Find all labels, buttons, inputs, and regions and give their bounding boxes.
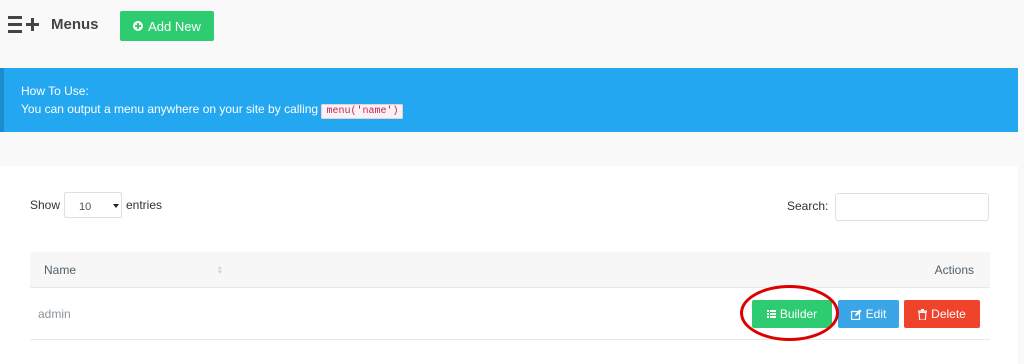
page-header: Menus Add New xyxy=(0,0,1024,52)
list-icon xyxy=(766,310,776,318)
how-to-use-alert: How To Use: You can output a menu anywhe… xyxy=(0,68,1018,132)
menu-plus-icon xyxy=(8,16,39,33)
edit-label: Edit xyxy=(865,307,887,321)
add-new-button[interactable]: Add New xyxy=(120,11,214,41)
sort-icon[interactable]: ⇕ xyxy=(216,265,224,276)
trash-icon xyxy=(918,308,928,320)
add-new-label: Add New xyxy=(148,18,201,34)
column-header-actions: Actions xyxy=(934,263,974,277)
page-length-select[interactable]: 10 xyxy=(64,192,122,218)
edit-icon xyxy=(850,309,862,320)
alert-heading: How To Use: xyxy=(21,84,89,98)
search-label: Search: xyxy=(787,199,829,213)
plus-circle-icon xyxy=(133,21,144,31)
entries-label: entries xyxy=(126,198,163,212)
builder-button[interactable]: Builder xyxy=(752,300,832,328)
edit-button[interactable]: Edit xyxy=(838,300,899,328)
builder-label: Builder xyxy=(779,307,818,321)
delete-button[interactable]: Delete xyxy=(904,300,980,328)
alert-code: menu('name') xyxy=(321,104,404,119)
show-label: Show xyxy=(30,198,61,212)
caret-down-icon xyxy=(113,204,119,208)
delete-label: Delete xyxy=(931,307,966,321)
alert-body: You can output a menu anywhere on your s… xyxy=(21,100,1018,121)
page-title: Menus xyxy=(51,16,99,33)
table-header: Name ⇕ Actions xyxy=(30,252,990,288)
menu-name-cell: admin xyxy=(38,307,71,321)
page-length-value: 10 xyxy=(79,201,92,213)
column-header-name[interactable]: Name xyxy=(44,263,76,277)
search-input[interactable] xyxy=(835,193,989,221)
table-row: admin Builder Edit Delete xyxy=(30,288,990,340)
alert-text: You can output a menu anywhere on your s… xyxy=(21,102,319,116)
